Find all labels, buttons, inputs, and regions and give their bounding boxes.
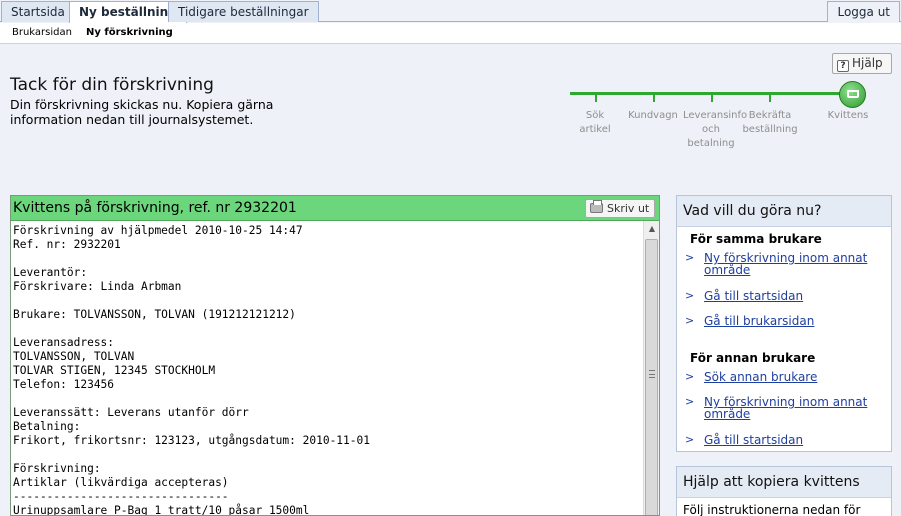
question-icon: ?	[837, 60, 849, 72]
link-startsidan-other[interactable]: > Gå till startsidan	[685, 433, 885, 447]
step-tick	[653, 94, 655, 102]
help-button[interactable]: ? Hjälp	[832, 53, 892, 74]
what-next-title: Vad vill du göra nu?	[677, 196, 891, 227]
printer-icon	[590, 200, 603, 213]
arrow-right-icon: >	[685, 289, 695, 302]
step-tick	[711, 94, 713, 102]
cart-icon	[847, 90, 859, 98]
help-label: Hjälp	[852, 56, 883, 70]
main-tab-bar: Startsida Ny beställning Tidigare bestäl…	[0, 0, 901, 23]
other-user-heading: För annan brukare	[690, 351, 816, 365]
sub-navigation: Brukarsidan Ny förskrivning	[0, 23, 901, 44]
step-label-sok-artikel: Sök artikel	[579, 110, 611, 135]
receipt-text[interactable]: Förskrivning av hjälpmedel 2010-10-25 14…	[13, 224, 641, 515]
copy-help-box: Hjälp att kopiera kvittens Följ instrukt…	[676, 466, 892, 516]
copy-help-title: Hjälp att kopiera kvittens	[677, 467, 891, 498]
receipt-title: Kvittens på förskrivning, ref. nr 293220…	[13, 200, 297, 216]
receipt-scrollbar[interactable]: ▲	[643, 221, 659, 515]
arrow-right-icon: >	[685, 251, 695, 264]
arrow-right-icon: >	[685, 395, 695, 408]
link-new-prescription-same[interactable]: > Ny förskrivning inom annat område	[685, 251, 885, 277]
subnav-ny-forskrivning[interactable]: Ny förskrivning	[86, 27, 173, 38]
scroll-thumb[interactable]	[645, 239, 658, 515]
print-button[interactable]: Skriv ut	[585, 199, 655, 218]
grip-icon	[649, 370, 655, 378]
step-tick	[595, 94, 597, 102]
logout-button[interactable]: Logga ut	[827, 1, 900, 22]
step-label-bekrafta: Bekräfta beställning	[742, 110, 798, 135]
tab-tidigare-bestallningar[interactable]: Tidigare beställningar	[168, 1, 319, 22]
print-label: Skriv ut	[607, 202, 650, 215]
link-brukarsidan[interactable]: > Gå till brukarsidan	[685, 314, 885, 328]
link-search-other-user[interactable]: > Sök annan brukare	[685, 370, 885, 384]
step-tick	[769, 94, 771, 102]
receipt-header: Kvittens på förskrivning, ref. nr 293220…	[11, 196, 659, 221]
arrow-right-icon: >	[685, 370, 695, 383]
arrow-right-icon: >	[685, 314, 695, 327]
page-title: Tack för din förskrivning	[10, 75, 214, 95]
copy-help-text: Följ instruktionerna nedan för	[683, 503, 861, 516]
step-label-leveransinfo: Leveransinfo och betalning	[683, 110, 748, 149]
receipt-panel: Kvittens på förskrivning, ref. nr 293220…	[10, 195, 660, 516]
step-current-marker	[839, 81, 866, 108]
link-startsidan-same[interactable]: > Gå till startsidan	[685, 289, 885, 303]
step-label-kundvagn: Kundvagn	[628, 110, 678, 121]
scroll-up-arrow-icon[interactable]: ▲	[646, 223, 658, 235]
intro-text: Din förskrivning skickas nu. Kopiera gär…	[10, 97, 274, 127]
tab-startsida[interactable]: Startsida	[1, 1, 75, 22]
link-new-prescription-other[interactable]: > Ny förskrivning inom annat område	[685, 395, 885, 421]
what-next-box: Vad vill du göra nu? För samma brukare >…	[676, 195, 892, 452]
step-label-kvittens: Kvittens	[827, 110, 869, 121]
subnav-brukarsidan[interactable]: Brukarsidan	[12, 27, 72, 38]
same-user-heading: För samma brukare	[690, 232, 822, 246]
arrow-right-icon: >	[685, 433, 695, 446]
